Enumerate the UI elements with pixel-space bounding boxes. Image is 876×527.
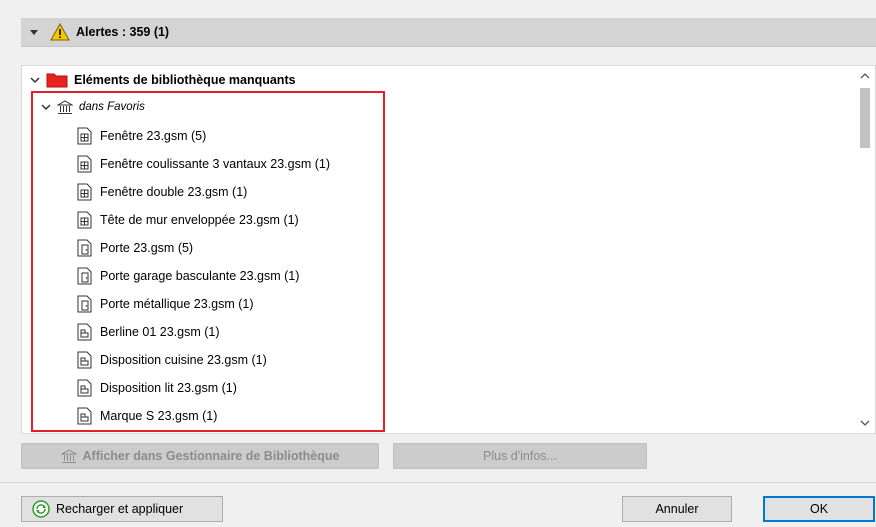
- door-object-icon: [77, 267, 92, 285]
- door-object-icon: [77, 295, 92, 313]
- list-item[interactable]: Porte garage basculante 23.gsm (1): [77, 262, 330, 290]
- folder-icon: [46, 73, 68, 88]
- list-item-label: Fenêtre 23.gsm (5): [100, 129, 207, 143]
- tree-root-row[interactable]: Eléments de bibliothèque manquants: [30, 71, 296, 89]
- object-icon: [77, 407, 92, 425]
- missing-items-list: Fenêtre 23.gsm (5) Fenêtre coulissante 3…: [77, 122, 330, 430]
- list-item-label: Marque S 23.gsm (1): [100, 409, 218, 423]
- list-item[interactable]: Porte 23.gsm (5): [77, 234, 330, 262]
- scrollbar-thumb[interactable]: [860, 88, 870, 148]
- more-info-label: Plus d'infos...: [483, 449, 557, 463]
- cancel-label: Annuler: [655, 502, 699, 516]
- cancel-button[interactable]: Annuler: [622, 496, 732, 522]
- window-object-icon: [77, 155, 92, 173]
- tree-group-label: dans Favoris: [79, 101, 145, 113]
- vertical-scrollbar[interactable]: [855, 66, 875, 433]
- list-item[interactable]: Fenêtre 23.gsm (5): [77, 122, 330, 150]
- list-item-label: Disposition cuisine 23.gsm (1): [100, 353, 267, 367]
- ok-button[interactable]: OK: [763, 496, 875, 522]
- list-item-label: Fenêtre double 23.gsm (1): [100, 185, 248, 199]
- scroll-up-icon[interactable]: [860, 72, 870, 80]
- window-object-icon: [77, 183, 92, 201]
- object-icon: [77, 323, 92, 341]
- missing-items-tree[interactable]: Eléments de bibliothèque manquants dans …: [21, 65, 876, 434]
- alerts-title: Alertes : 359 (1): [76, 25, 170, 39]
- library-icon: [60, 448, 77, 463]
- window-object-icon: [77, 127, 92, 145]
- list-item[interactable]: Porte métallique 23.gsm (1): [77, 290, 330, 318]
- chevron-down-icon[interactable]: [41, 102, 51, 112]
- window-object-icon: [77, 211, 92, 229]
- show-in-library-manager-button[interactable]: Afficher dans Gestionnaire de Bibliothèq…: [21, 443, 379, 469]
- list-item-label: Tête de mur enveloppée 23.gsm (1): [100, 213, 299, 227]
- list-item-label: Porte garage basculante 23.gsm (1): [100, 269, 300, 283]
- tree-group-row[interactable]: dans Favoris: [41, 99, 145, 115]
- reload-and-apply-label: Recharger et appliquer: [56, 502, 184, 516]
- show-in-library-manager-label: Afficher dans Gestionnaire de Bibliothèq…: [82, 449, 340, 463]
- list-item[interactable]: Berline 01 23.gsm (1): [77, 318, 330, 346]
- ok-label: OK: [809, 502, 829, 516]
- alerts-header[interactable]: Alertes : 359 (1): [21, 18, 876, 47]
- tree-root-label: Eléments de bibliothèque manquants: [74, 73, 296, 87]
- collapse-caret-icon[interactable]: [30, 29, 38, 35]
- list-item-label: Berline 01 23.gsm (1): [100, 325, 220, 339]
- warning-icon: [50, 23, 70, 41]
- list-item[interactable]: Tête de mur enveloppée 23.gsm (1): [77, 206, 330, 234]
- reload-icon: [32, 500, 50, 518]
- list-item-label: Porte 23.gsm (5): [100, 241, 194, 255]
- scroll-down-icon[interactable]: [860, 419, 870, 427]
- object-icon: [77, 351, 92, 369]
- list-item[interactable]: Fenêtre coulissante 3 vantaux 23.gsm (1): [77, 150, 330, 178]
- object-icon: [77, 379, 92, 397]
- list-item[interactable]: Fenêtre double 23.gsm (1): [77, 178, 330, 206]
- library-icon: [57, 99, 73, 114]
- reload-and-apply-button[interactable]: Recharger et appliquer: [21, 496, 223, 522]
- chevron-down-icon[interactable]: [30, 75, 40, 85]
- list-item[interactable]: Disposition lit 23.gsm (1): [77, 374, 330, 402]
- list-item-label: Disposition lit 23.gsm (1): [100, 381, 237, 395]
- divider: [0, 482, 876, 483]
- list-item-label: Porte métallique 23.gsm (1): [100, 297, 254, 311]
- list-item[interactable]: Disposition cuisine 23.gsm (1): [77, 346, 330, 374]
- list-item[interactable]: Marque S 23.gsm (1): [77, 402, 330, 430]
- more-info-button[interactable]: Plus d'infos...: [393, 443, 647, 469]
- list-item-label: Fenêtre coulissante 3 vantaux 23.gsm (1): [100, 157, 330, 171]
- door-object-icon: [77, 239, 92, 257]
